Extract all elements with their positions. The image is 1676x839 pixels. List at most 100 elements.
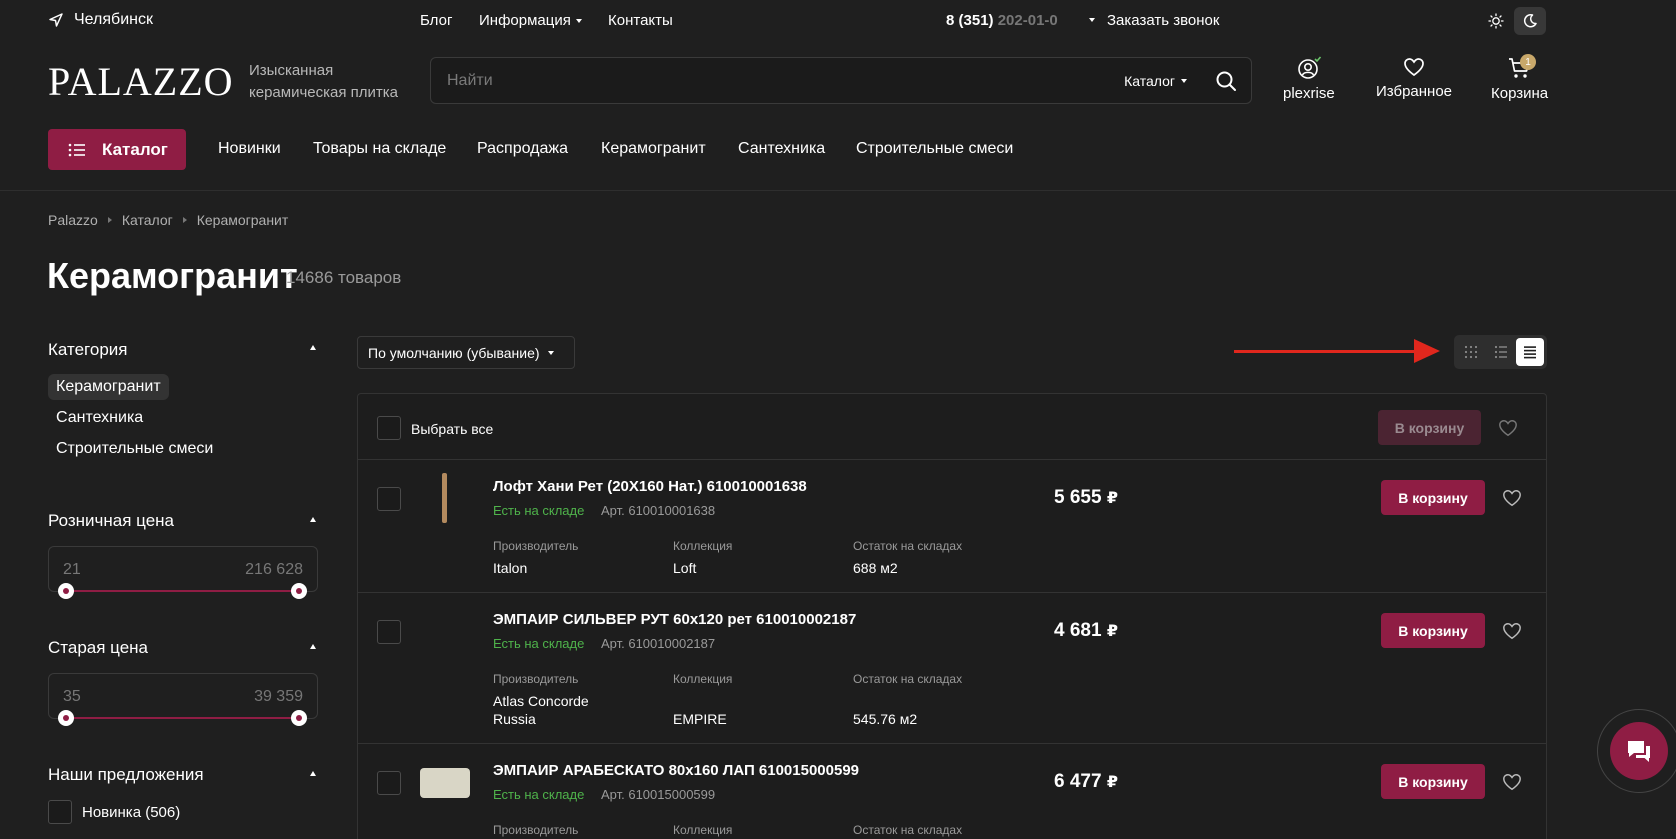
- bulk-favorite-button[interactable]: [1498, 418, 1518, 438]
- retail-price-min-handle[interactable]: [58, 583, 74, 599]
- grid-view-icon: [1464, 345, 1477, 359]
- category-item-mixes[interactable]: Строительные смеси: [48, 436, 221, 462]
- chat-button[interactable]: [1610, 722, 1668, 780]
- site-tagline: Изысканная керамическая плитка: [249, 60, 398, 104]
- nav-info-label: Информация: [479, 12, 571, 29]
- price-value: 6 477: [1054, 771, 1102, 792]
- site-logo[interactable]: PALAZZO: [48, 58, 234, 105]
- product-thumbnail[interactable]: [418, 607, 470, 657]
- account-link[interactable]: plexrise: [1283, 56, 1335, 102]
- retail-price-max-handle[interactable]: [291, 583, 307, 599]
- product-article: Арт. 610015000599: [601, 787, 716, 802]
- collection-label: Коллекция: [673, 672, 733, 686]
- sort-select[interactable]: По умолчанию (убывание): [357, 336, 575, 369]
- collapse-up-icon[interactable]: [310, 517, 316, 522]
- product-article: Арт. 610010001638: [601, 503, 716, 518]
- product-name-link[interactable]: Лофт Хани Рет (20X160 Нат.) 610010001638: [493, 478, 807, 495]
- search-button[interactable]: [1215, 70, 1237, 92]
- nav-contacts[interactable]: Контакты: [608, 12, 673, 29]
- favorites-link[interactable]: Избранное: [1376, 56, 1452, 100]
- stock-label: Остаток на складах: [853, 539, 963, 553]
- chevron-down-icon: [575, 18, 582, 23]
- old-price-max-input[interactable]: 39 359: [254, 688, 303, 706]
- chevron-down-icon: [547, 350, 554, 355]
- row-checkbox[interactable]: [377, 620, 401, 644]
- theme-toggle[interactable]: [1480, 7, 1548, 35]
- search-scope-select[interactable]: Каталог: [1124, 73, 1187, 89]
- nav-in-stock[interactable]: Товары на складе: [313, 140, 446, 158]
- grid-view-button[interactable]: [1457, 338, 1485, 366]
- collapse-up-icon[interactable]: [310, 345, 316, 350]
- filter-category-title[interactable]: Категория: [48, 340, 127, 360]
- product-name-link[interactable]: ЭМПАИР АРАБЕСКАТО 80x160 ЛАП 61001500059…: [493, 762, 859, 779]
- bulk-add-to-cart-button[interactable]: В корзину: [1378, 410, 1481, 445]
- phone-main: 8 (351): [946, 12, 994, 29]
- old-price-slider-track[interactable]: [66, 717, 299, 719]
- stock-label: Остаток на складах: [853, 672, 963, 686]
- currency-symbol: ₽: [1106, 623, 1118, 640]
- favorites-label: Избранное: [1376, 83, 1453, 100]
- favorite-button[interactable]: [1502, 488, 1522, 508]
- phone-dropdown-icon[interactable]: [1089, 18, 1095, 22]
- collapse-up-icon[interactable]: [310, 771, 316, 776]
- collection-label: Коллекция: [673, 539, 733, 553]
- table-view-button[interactable]: [1516, 338, 1545, 366]
- retail-price-slider-track[interactable]: [66, 590, 299, 592]
- breadcrumb-catalog[interactable]: Каталог: [122, 212, 173, 228]
- category-item-plumbing[interactable]: Сантехника: [48, 405, 151, 431]
- add-to-cart-button[interactable]: В корзину: [1381, 613, 1485, 648]
- row-checkbox[interactable]: [377, 771, 401, 795]
- city-selector[interactable]: Челябинск: [48, 11, 153, 29]
- dark-theme-button[interactable]: [1514, 7, 1546, 35]
- collapse-up-icon[interactable]: [310, 644, 316, 649]
- nav-sale[interactable]: Распродажа: [477, 140, 568, 158]
- breadcrumb: Palazzo Каталог Керамогранит: [48, 212, 288, 228]
- favorite-button[interactable]: [1502, 621, 1522, 641]
- row-checkbox[interactable]: [377, 487, 401, 511]
- light-theme-button[interactable]: [1480, 7, 1512, 35]
- table-view-icon: [1524, 346, 1537, 359]
- nav-info[interactable]: Информация: [479, 12, 582, 29]
- product-name-link[interactable]: ЭМПАИР СИЛЬВЕР РУТ 60x120 рет 6100100021…: [493, 611, 856, 628]
- nav-mixes[interactable]: Строительные смеси: [856, 140, 1013, 158]
- heart-icon: [1503, 773, 1521, 791]
- category-item-porcelain[interactable]: Керамогранит: [48, 374, 169, 400]
- product-price: 6 477 ₽: [1054, 771, 1118, 793]
- old-price-max-handle[interactable]: [291, 710, 307, 726]
- annotation-arrow-shaft: [1234, 350, 1426, 353]
- search-icon: [1216, 71, 1236, 91]
- add-to-cart-button[interactable]: В корзину: [1381, 480, 1485, 515]
- select-all-checkbox[interactable]: [377, 416, 401, 440]
- retail-price-max-input[interactable]: 216 628: [245, 561, 303, 579]
- offer-new-checkbox[interactable]: [48, 800, 72, 824]
- nav-blog[interactable]: Блог: [420, 12, 452, 29]
- collection-value: EMPIRE: [673, 711, 727, 727]
- old-price-min-input[interactable]: 35: [63, 688, 81, 706]
- nav-plumbing[interactable]: Сантехника: [738, 140, 825, 158]
- nav-new[interactable]: Новинки: [218, 140, 281, 158]
- sort-label: По умолчанию (убывание): [368, 344, 540, 361]
- nav-porcelain[interactable]: Керамогранит: [601, 140, 706, 158]
- catalog-menu-button[interactable]: Каталог: [48, 129, 186, 170]
- product-thumbnail[interactable]: [420, 768, 470, 798]
- phone-number[interactable]: 8 (351) 202-01-0: [946, 12, 1058, 29]
- product-price: 4 681 ₽: [1054, 620, 1118, 642]
- stock-label: Остаток на складах: [853, 823, 963, 837]
- add-to-cart-button[interactable]: В корзину: [1381, 764, 1485, 799]
- callback-link[interactable]: Заказать звонок: [1107, 12, 1219, 29]
- breadcrumb-home[interactable]: Palazzo: [48, 212, 98, 228]
- offer-new-label: Новинка (506): [82, 804, 181, 821]
- filter-old-price-title[interactable]: Старая цена: [48, 638, 148, 658]
- search-input[interactable]: Найти: [447, 72, 493, 90]
- old-price-min-handle[interactable]: [58, 710, 74, 726]
- list-view-button[interactable]: [1487, 338, 1515, 366]
- phone-tail: 202-01-0: [993, 12, 1058, 29]
- favorite-button[interactable]: [1502, 772, 1522, 792]
- filter-retail-price-title[interactable]: Розничная цена: [48, 511, 174, 531]
- collection-value: Loft: [673, 560, 697, 576]
- product-thumbnail[interactable]: [442, 473, 447, 523]
- retail-price-min-input[interactable]: 21: [63, 561, 81, 579]
- currency-symbol: ₽: [1106, 490, 1118, 507]
- filter-offers-title[interactable]: Наши предложения: [48, 765, 204, 785]
- cart-label: Корзина: [1491, 85, 1549, 102]
